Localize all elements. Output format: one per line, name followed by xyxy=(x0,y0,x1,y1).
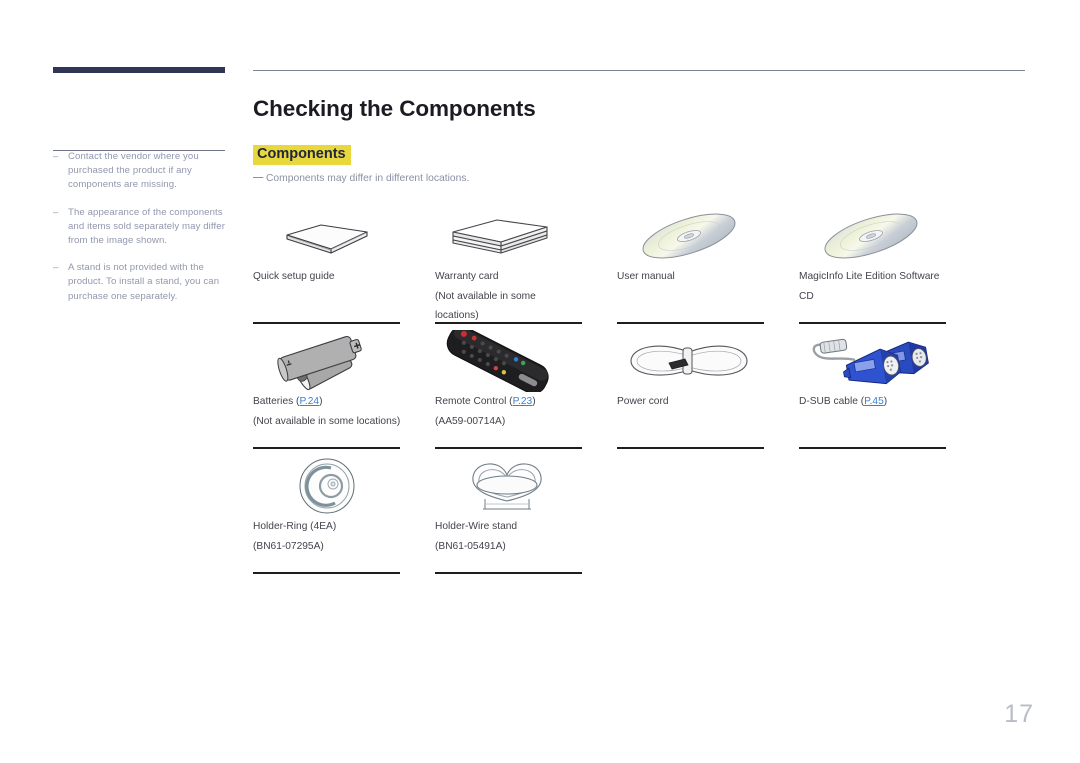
components-row: Quick setup guide Warranty card (Not ava… xyxy=(253,205,1025,330)
sidebar-note-text: Contact the vendor where you purchased t… xyxy=(68,151,199,191)
caption-line-2: CD xyxy=(799,290,814,302)
caption-line-1: Warranty card xyxy=(435,271,499,282)
component-caption: Quick setup guide xyxy=(253,267,423,287)
batteries-icon xyxy=(253,330,403,392)
component-item: MagicInfo Lite Edition Software CD xyxy=(799,205,981,330)
component-rule xyxy=(253,447,400,449)
caption-line-2: (BN61-05491A) xyxy=(435,540,506,552)
component-caption: D-SUB cable (P.45) xyxy=(799,392,969,412)
component-caption: Warranty card (Not available in some loc… xyxy=(435,267,605,326)
caption-line-2: (Not available in some locations) xyxy=(253,415,401,427)
header-rule xyxy=(253,70,1025,71)
caption-line-1: Power cord xyxy=(617,396,669,407)
caption-line-2: (BN61-07295A) xyxy=(253,540,324,552)
caption-line-1: Batteries (P.24) xyxy=(253,396,323,407)
caption-line-2: (AA59-00714A) xyxy=(435,415,506,427)
component-item: Warranty card (Not available in some loc… xyxy=(435,205,617,330)
note-dash-icon: – xyxy=(53,151,59,162)
component-caption: Batteries (P.24) (Not available in some … xyxy=(253,392,423,431)
component-rule xyxy=(799,322,946,324)
section-note: — Components may differ in different loc… xyxy=(253,172,470,184)
caption-line-1: D-SUB cable (P.45) xyxy=(799,396,888,407)
component-item: Holder-Wire stand (BN61-05491A) xyxy=(435,455,617,580)
components-grid: Quick setup guide Warranty card (Not ava… xyxy=(253,205,1025,580)
component-caption: MagicInfo Lite Edition Software CD xyxy=(799,267,969,306)
caption-line-1: Remote Control (P.23) xyxy=(435,396,536,407)
component-caption: Holder-Ring (4EA) (BN61-07295A) xyxy=(253,517,423,556)
caption-line-1: User manual xyxy=(617,271,675,282)
note-dash-icon: – xyxy=(53,262,59,274)
components-row: Holder-Ring (4EA) (BN61-07295A) Holder-W… xyxy=(253,455,1025,580)
caption-line-2: (Not available in some xyxy=(435,290,536,302)
component-item: Batteries (P.24) (Not available in some … xyxy=(253,330,435,455)
page-reference-link[interactable]: P.24 xyxy=(299,396,319,407)
sidebar-note: – Contact the vendor where you purchased… xyxy=(53,150,225,193)
sidebar-note-text: A stand is not provided with the product… xyxy=(68,262,220,302)
component-caption: User manual xyxy=(617,267,787,287)
page-title: Checking the Components xyxy=(253,96,536,121)
sidebar-note: – A stand is not provided with the produ… xyxy=(53,261,225,304)
power-cord-icon xyxy=(617,330,767,392)
component-item: Remote Control (P.23) (AA59-00714A) xyxy=(435,330,617,455)
navy-accent-bar xyxy=(53,67,225,73)
note-dash-icon: – xyxy=(53,206,59,218)
caption-line-1: Quick setup guide xyxy=(253,271,335,282)
component-caption: Power cord xyxy=(617,392,787,412)
remote-control-icon xyxy=(435,330,585,392)
component-item: Holder-Ring (4EA) (BN61-07295A) xyxy=(253,455,435,580)
component-item: Power cord xyxy=(617,330,799,455)
component-caption: Remote Control (P.23) (AA59-00714A) xyxy=(435,392,605,431)
component-rule xyxy=(435,447,582,449)
section-heading: Components xyxy=(253,145,351,165)
section-note-text: Components may differ in different locat… xyxy=(266,173,470,184)
caption-line-1: MagicInfo Lite Edition Software xyxy=(799,271,940,282)
component-rule xyxy=(253,322,400,324)
quick-setup-guide-icon xyxy=(253,205,403,267)
holder-wire-stand-icon xyxy=(435,455,585,517)
component-rule xyxy=(617,447,764,449)
page-reference-link[interactable]: P.45 xyxy=(864,396,884,407)
user-manual-cd-icon xyxy=(617,205,767,267)
component-rule xyxy=(435,322,582,324)
component-rule xyxy=(435,572,582,574)
component-rule xyxy=(253,572,400,574)
component-caption: Holder-Wire stand (BN61-05491A) xyxy=(435,517,605,556)
component-rule xyxy=(617,322,764,324)
magicinfo-cd-icon xyxy=(799,205,949,267)
holder-ring-icon xyxy=(253,455,403,517)
sidebar-notes: – Contact the vendor where you purchased… xyxy=(53,150,225,317)
page-number: 17 xyxy=(1004,700,1034,728)
component-item: User manual xyxy=(617,205,799,330)
page-reference-link[interactable]: P.23 xyxy=(513,396,533,407)
sidebar-note-text: The appearance of the components and ite… xyxy=(68,206,225,247)
components-row: Batteries (P.24) (Not available in some … xyxy=(253,330,1025,455)
component-item: D-SUB cable (P.45) xyxy=(799,330,981,455)
caption-line-1: Holder-Ring (4EA) xyxy=(253,521,337,532)
note-dash-icon: — xyxy=(253,172,264,183)
caption-line-1: Holder-Wire stand xyxy=(435,521,518,532)
component-rule xyxy=(799,447,946,449)
d-sub-cable-icon xyxy=(799,330,949,392)
sidebar-note: – The appearance of the components and i… xyxy=(53,206,225,249)
warranty-card-icon xyxy=(435,205,585,267)
component-item: Quick setup guide xyxy=(253,205,435,330)
